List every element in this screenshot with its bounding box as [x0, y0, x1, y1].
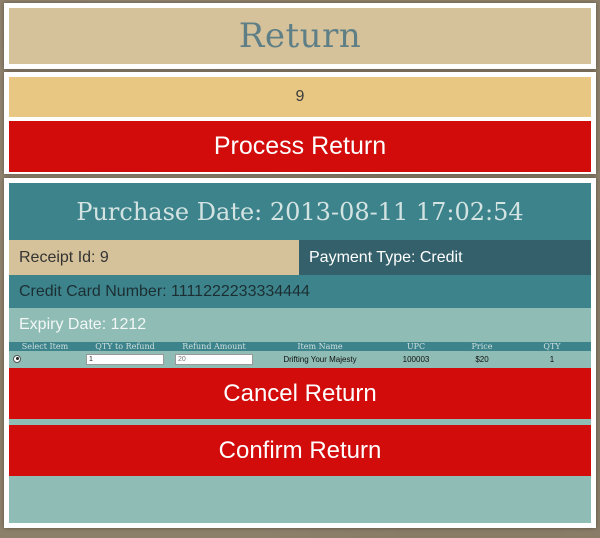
expiry-date-label: Expiry Date: 1212: [9, 308, 591, 342]
header-panel: Return: [4, 3, 596, 69]
purchase-date-heading: Purchase Date: 2013-08-11 17:02:54: [9, 183, 591, 240]
column-header-refund-amount: Refund Amount: [169, 342, 259, 351]
table-header-row: Select Item QTY to Refund Refund Amount …: [9, 342, 591, 351]
return-lookup-panel: Process Return: [4, 72, 596, 174]
qty-to-refund-input[interactable]: [86, 354, 164, 365]
column-header-price: Price: [451, 342, 513, 351]
receipt-id-label: Receipt Id: 9: [9, 240, 299, 275]
receipt-number-input[interactable]: [9, 77, 591, 117]
table-row: Drifting Your Majesty 100003 $20 1: [9, 351, 591, 368]
upc-cell: 100003: [381, 351, 451, 368]
refund-amount-cell: [169, 351, 259, 368]
refund-amount-input[interactable]: [175, 354, 253, 365]
column-header-qty: QTY: [513, 342, 591, 351]
credit-card-number-label: Credit Card Number: 1111222233334444: [9, 275, 591, 308]
confirm-return-button[interactable]: Confirm Return: [9, 425, 591, 476]
process-return-button[interactable]: Process Return: [9, 121, 591, 172]
qty-cell: 1: [513, 351, 591, 368]
select-item-radio[interactable]: [13, 354, 21, 363]
column-header-select-item: Select Item: [9, 342, 81, 351]
item-name-cell: Drifting Your Majesty: [259, 351, 381, 368]
qty-to-refund-cell: [81, 351, 169, 368]
cancel-return-button[interactable]: Cancel Return: [9, 368, 591, 419]
page-title: Return: [9, 8, 591, 64]
column-header-upc: UPC: [381, 342, 451, 351]
select-item-cell: [9, 351, 81, 368]
receipt-payment-row: Receipt Id: 9 Payment Type: Credit: [9, 240, 591, 275]
payment-type-label: Payment Type: Credit: [299, 240, 591, 275]
details-body: Purchase Date: 2013-08-11 17:02:54 Recei…: [9, 183, 591, 523]
price-cell: $20: [451, 351, 513, 368]
column-header-item-name: Item Name: [259, 342, 381, 351]
return-items-table: Select Item QTY to Refund Refund Amount …: [9, 342, 591, 368]
column-header-qty-to-refund: QTY to Refund: [81, 342, 169, 351]
return-details-panel: Purchase Date: 2013-08-11 17:02:54 Recei…: [4, 178, 596, 528]
